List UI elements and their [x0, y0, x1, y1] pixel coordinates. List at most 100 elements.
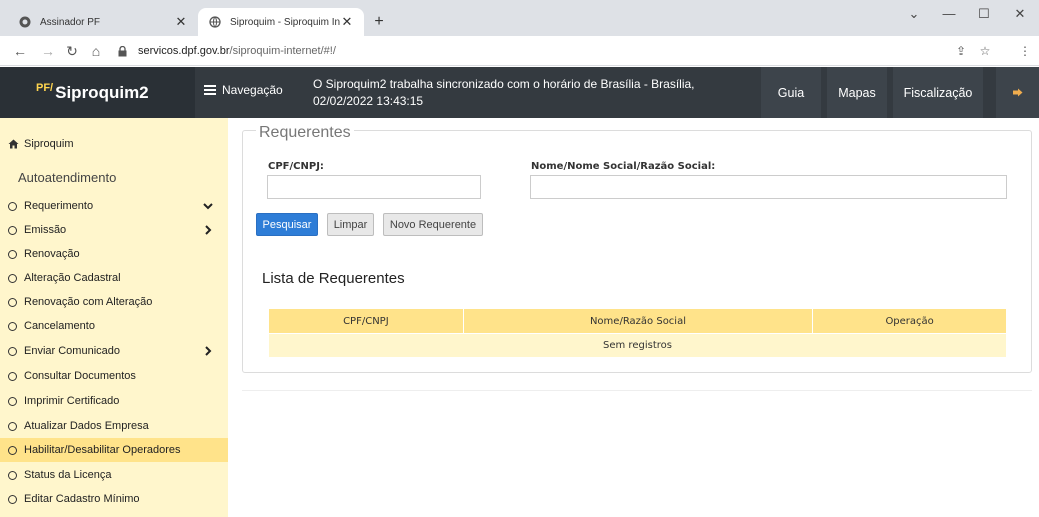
- circle-icon: [8, 249, 17, 259]
- fieldset-legend: Requerentes: [256, 124, 354, 142]
- sidebar-item-habilitar-operadores[interactable]: Habilitar/Desabilitar Operadores: [0, 438, 228, 462]
- column-header-operacao[interactable]: Operação: [812, 308, 1007, 334]
- back-icon[interactable]: ←: [10, 41, 30, 61]
- sidebar-item-imprimir-certificado[interactable]: Imprimir Certificado: [0, 389, 228, 413]
- tab-title: Assinador PF: [40, 16, 101, 28]
- circle-icon: [8, 445, 17, 455]
- guia-button[interactable]: Guia: [761, 67, 821, 118]
- sidebar-home-label: Siproquim: [24, 138, 74, 150]
- sidebar-item-label: Emissão: [24, 224, 67, 236]
- sidebar: Siproquim Autoatendimento Requerimento E…: [0, 118, 228, 517]
- circle-icon: [8, 225, 17, 235]
- window-close-icon[interactable]: ✕: [1003, 4, 1037, 24]
- url-field[interactable]: servicos.dpf.gov.br/siproquim-internet/#…: [118, 40, 948, 62]
- url-host: servicos.dpf.gov.br: [138, 45, 230, 57]
- navigation-toggle-button[interactable]: Navegação: [204, 83, 283, 97]
- requerentes-table: CPF/CNPJ Nome/Razão Social Operação Sem …: [268, 308, 1007, 358]
- share-icon[interactable]: ⇪: [952, 42, 970, 60]
- url-path: /siproquim-internet/#!/: [229, 45, 336, 57]
- sidebar-item-label: Consultar Documentos: [24, 370, 136, 382]
- bookmark-star-icon[interactable]: ☆: [976, 42, 994, 60]
- sidebar-section-title: Autoatendimento: [18, 170, 117, 185]
- browser-tab-assinador[interactable]: Assinador PF ✕: [8, 8, 198, 36]
- brand-logo[interactable]: PF/ Siproquim2: [0, 67, 195, 118]
- sidebar-item-siproquim[interactable]: Siproquim: [8, 138, 74, 150]
- logout-button[interactable]: [996, 67, 1039, 118]
- sidebar-item-label: Editar Cadastro Mínimo: [24, 493, 140, 505]
- browser-menu-icon[interactable]: ⋮: [1016, 42, 1034, 60]
- close-icon[interactable]: ✕: [340, 14, 354, 30]
- circle-icon: [8, 371, 17, 381]
- tab-search-icon[interactable]: ⌄: [897, 4, 931, 24]
- sidebar-item-label: Enviar Comunicado: [24, 345, 120, 357]
- sidebar-item-editar-cadastro-minimo[interactable]: Editar Cadastro Mínimo: [0, 487, 228, 511]
- cpf-input[interactable]: [267, 175, 481, 199]
- table-header-row: CPF/CNPJ Nome/Razão Social Operação: [268, 308, 1007, 334]
- sidebar-item-label: Habilitar/Desabilitar Operadores: [24, 444, 181, 456]
- home-icon: [8, 139, 19, 149]
- message-line-2: 02/02/2022 13:43:15: [313, 94, 424, 108]
- brand-name: Siproquim2: [55, 82, 149, 102]
- circle-icon: [8, 494, 17, 504]
- circle-icon: [8, 421, 17, 431]
- column-header-nome[interactable]: Nome/Razão Social: [462, 308, 814, 334]
- nome-label: Nome/Nome Social/Razão Social:: [531, 161, 716, 172]
- sidebar-item-enviar-comunicado[interactable]: Enviar Comunicado: [0, 339, 228, 363]
- brand-prefix: PF/: [36, 81, 54, 94]
- column-header-cpf[interactable]: CPF/CNPJ: [268, 308, 464, 334]
- maximize-icon[interactable]: ☐: [967, 4, 1001, 24]
- logout-icon: [1012, 88, 1022, 97]
- pesquisar-button[interactable]: Pesquisar: [256, 213, 318, 236]
- circle-icon: [8, 201, 17, 211]
- circle-icon: [8, 297, 17, 307]
- sidebar-item-renovacao[interactable]: Renovação: [0, 242, 228, 266]
- chevron-right-icon: [205, 346, 212, 356]
- sidebar-item-label: Imprimir Certificado: [24, 395, 120, 407]
- sidebar-item-emissao[interactable]: Emissão: [0, 218, 228, 242]
- list-title: Lista de Requerentes: [262, 270, 405, 287]
- chevron-down-icon: [203, 203, 213, 210]
- circle-icon: [8, 396, 17, 406]
- sidebar-item-label: Atualizar Dados Empresa: [24, 420, 149, 432]
- mapas-button[interactable]: Mapas: [827, 67, 887, 118]
- site-icon: [18, 15, 32, 29]
- new-tab-icon[interactable]: +: [370, 14, 388, 32]
- browser-tab-siproquim[interactable]: Siproquim - Siproquim Internet ✕: [198, 8, 364, 36]
- server-time-message: O Siproquim2 trabalha sincronizado com o…: [313, 76, 733, 110]
- sidebar-item-cancelamento[interactable]: Cancelamento: [0, 314, 228, 338]
- circle-icon: [8, 470, 17, 480]
- minimize-icon[interactable]: —: [932, 4, 966, 24]
- sidebar-item-label: Renovação: [24, 248, 80, 260]
- tab-title: Siproquim - Siproquim Internet: [230, 16, 340, 28]
- sidebar-item-alteracao-cadastral[interactable]: Alteração Cadastral: [0, 266, 228, 290]
- home-icon[interactable]: ⌂: [86, 41, 106, 61]
- hamburger-icon: [204, 85, 216, 95]
- fiscalizacao-button[interactable]: Fiscalização: [893, 67, 983, 118]
- circle-icon: [8, 273, 17, 283]
- sidebar-item-label: Alteração Cadastral: [24, 272, 121, 284]
- globe-icon: [208, 15, 222, 29]
- lock-icon: [118, 45, 132, 57]
- limpar-button[interactable]: Limpar: [327, 213, 374, 236]
- table-row: Sem registros: [268, 333, 1007, 358]
- app-header: PF/ Siproquim2 Navegação O Siproquim2 tr…: [0, 67, 1039, 118]
- close-icon[interactable]: ✕: [174, 14, 188, 30]
- sidebar-item-label: Renovação com Alteração: [24, 296, 153, 308]
- novo-requerente-button[interactable]: Novo Requerente: [383, 213, 483, 236]
- reload-icon[interactable]: ↻: [62, 41, 82, 61]
- navigation-label: Navegação: [222, 83, 283, 97]
- circle-icon: [8, 321, 17, 331]
- sidebar-item-atualizar-dados-empresa[interactable]: Atualizar Dados Empresa: [0, 414, 228, 438]
- sidebar-item-status-da-licenca[interactable]: Status da Licença: [0, 463, 228, 487]
- chevron-right-icon: [205, 225, 212, 235]
- sidebar-item-label: Requerimento: [24, 200, 94, 212]
- cpf-label: CPF/CNPJ:: [268, 161, 324, 172]
- circle-icon: [8, 346, 17, 356]
- sidebar-item-renovacao-com-alteracao[interactable]: Renovação com Alteração: [0, 290, 228, 314]
- sidebar-item-consultar-documentos[interactable]: Consultar Documentos: [0, 364, 228, 388]
- sidebar-item-requerimento[interactable]: Requerimento: [0, 194, 228, 218]
- sidebar-item-label: Status da Licença: [24, 469, 112, 481]
- nome-input[interactable]: [530, 175, 1007, 199]
- forward-icon[interactable]: →: [38, 41, 58, 61]
- browser-tab-strip: Assinador PF ✕ Siproquim - Siproquim Int…: [0, 0, 1039, 36]
